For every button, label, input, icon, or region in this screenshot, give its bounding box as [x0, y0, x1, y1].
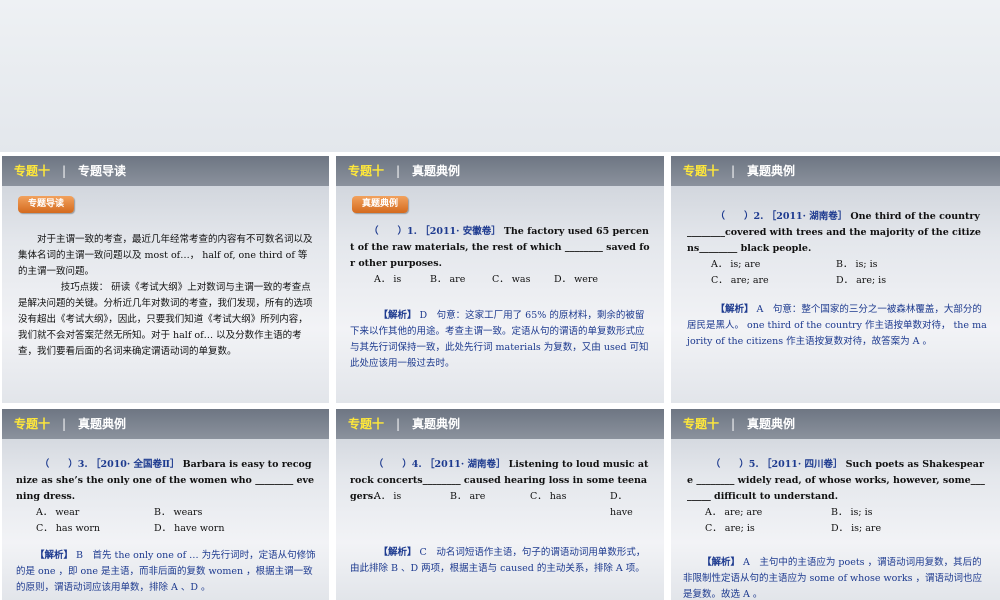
question-source: （ ）3. ［2010· 全国卷Ⅱ］: [39, 459, 180, 470]
option-b: B． is; is: [836, 259, 878, 270]
question-text: （ ）2. ［2011· 湖南卷］ One third of the count…: [687, 209, 987, 257]
slide-thumbnail-4[interactable]: 专题十 | 真题典例 （ ）3. ［2010· 全国卷Ⅱ］ Barbara is…: [2, 409, 329, 600]
option-c: C． has worn: [36, 523, 100, 534]
option-a: A． are; are: [705, 507, 763, 518]
topic-label: 专题十: [683, 417, 720, 431]
question-text: （ ）1. ［2011· 安徽卷］ The factory used 65 pe…: [350, 224, 652, 272]
slide-thumbnail-3[interactable]: 专题十 | 真题典例 （ ）2. ［2011· 湖南卷］ One third o…: [671, 156, 1000, 403]
section-badge: 专题导读: [18, 196, 75, 213]
blank-top-area: [0, 0, 1000, 152]
header-separator: |: [396, 164, 401, 178]
option-a: A． wear: [36, 507, 80, 518]
slide-title: 真题典例: [78, 417, 127, 431]
slide-thumbnail-2[interactable]: 专题十 | 真题典例 真题典例 （ ）1. ［2011· 安徽卷］ The fa…: [336, 156, 664, 403]
option-c: C． are; is: [705, 523, 755, 534]
question-source: （ ）1. ［2011· 安徽卷］: [369, 226, 501, 237]
header-separator: |: [62, 417, 67, 431]
options-list: A． is; are B． is; is C． are; are D． are;…: [711, 257, 991, 293]
analysis-text: 【解析】 D 句意：这家工厂用了 65% 的原材料，剩余的被留下来以作其他的用途…: [350, 308, 652, 372]
slide-title: 真题典例: [747, 164, 796, 178]
slide-thumbnail-6[interactable]: 专题十 | 真题典例 （ ）5. ［2011· 四川卷］ Such poets …: [671, 409, 1000, 600]
topic-label: 专题十: [683, 164, 720, 178]
intro-paragraph: 对于主谓一致的考查，最近几年经常考查的内容有不可数名词以及集体名词的主谓一致问题…: [18, 234, 313, 277]
topic-label: 专题十: [14, 164, 51, 178]
slide-title: 专题导读: [78, 164, 127, 178]
slide-thumbnail-1[interactable]: 专题十 | 专题导读 专题导读 对于主谓一致的考查，最近几年经常考查的内容有不可…: [2, 156, 329, 403]
option-c: C． has: [530, 491, 567, 502]
analysis-tag: 【解析】: [35, 550, 74, 561]
slide-header: 专题十 | 真题典例: [671, 156, 1000, 186]
topic-label: 专题十: [14, 417, 51, 431]
option-b: B． wears: [154, 507, 203, 518]
options-list: A． wear B． wears C． has worn D． have wor…: [36, 505, 316, 541]
slide-title: 真题典例: [412, 417, 461, 431]
option-a: A． is; are: [711, 259, 761, 270]
option-b: B． are: [450, 491, 486, 502]
option-d: D． have worn: [154, 523, 225, 534]
header-separator: |: [62, 164, 67, 178]
slide-title: 真题典例: [747, 417, 796, 431]
options-list: A． are; are B． is; is C． are; is D． is; …: [705, 505, 985, 541]
question-text: （ ）3. ［2010· 全国卷Ⅱ］ Barbara is easy to re…: [16, 457, 318, 505]
analysis-tag: 【解析】: [378, 310, 417, 321]
slide-thumbnail-5[interactable]: 专题十 | 真题典例 （ ）4. ［2011· 湖南卷］ Listening t…: [336, 409, 664, 600]
topic-label: 专题十: [348, 417, 385, 431]
slide-header: 专题十 | 真题典例: [2, 409, 329, 439]
option-d: D． are; is: [836, 275, 887, 286]
option-d: D． were: [554, 274, 599, 285]
option-b: B． are: [430, 274, 466, 285]
option-a: A． is: [374, 491, 402, 502]
slide-header: 专题十 | 真题典例: [336, 409, 664, 439]
analysis-tag: 【解析】: [715, 304, 754, 315]
slide-header: 专题十 | 真题典例: [336, 156, 664, 186]
slide-header: 专题十 | 真题典例: [671, 409, 1000, 439]
options-list: A． is B． are C． has D． have: [374, 489, 650, 518]
analysis-tag: 【解析】: [702, 557, 741, 568]
tips-paragraph: 技巧点拨： 研读《考试大纲》上对数词与主谓一致的考查点是解决问题的关键。分析近几…: [18, 282, 313, 357]
option-b: B． is; is: [831, 507, 873, 518]
option-c: C． are; are: [711, 275, 769, 286]
option-d: D． is; are: [831, 523, 882, 534]
slide-header: 专题十 | 专题导读: [2, 156, 329, 186]
analysis-tag: 【解析】: [378, 547, 417, 558]
question-source: （ ）2. ［2011· 湖南卷］: [715, 211, 848, 222]
header-separator: |: [396, 417, 401, 431]
header-separator: |: [731, 164, 736, 178]
option-c: C． was: [492, 274, 531, 285]
analysis-text: 【解析】 A 主句中的主语应为 poets ，谓语动词用复数，其后的非限制性定语…: [683, 555, 987, 600]
section-badge: 真题典例: [352, 196, 409, 213]
analysis-text: 【解析】 A 句意：整个国家的三分之一被森林覆盖，大部分的居民是黑人。 one …: [687, 302, 989, 350]
question-source: （ ）5. ［2011· 四川卷］: [710, 459, 843, 470]
question-source: （ ）4. ［2011· 湖南卷］: [373, 459, 506, 470]
slide-grid: 专题十 | 专题导读 专题导读 对于主谓一致的考查，最近几年经常考查的内容有不可…: [0, 152, 1000, 600]
analysis-text: 【解析】 B 首先 the only one of … 为先行词时，定语从句修饰…: [16, 548, 318, 596]
option-a: A． is: [374, 274, 402, 285]
slide-title: 真题典例: [412, 164, 461, 178]
analysis-text: 【解析】 C 动名词短语作主语，句子的谓语动词用单数形式，由此排除 B 、D 两…: [350, 545, 652, 577]
topic-label: 专题十: [348, 164, 385, 178]
option-d: D． have: [610, 491, 633, 518]
header-separator: |: [731, 417, 736, 431]
question-text: （ ）5. ［2011· 四川卷］ Such poets as Shakespe…: [687, 457, 987, 505]
